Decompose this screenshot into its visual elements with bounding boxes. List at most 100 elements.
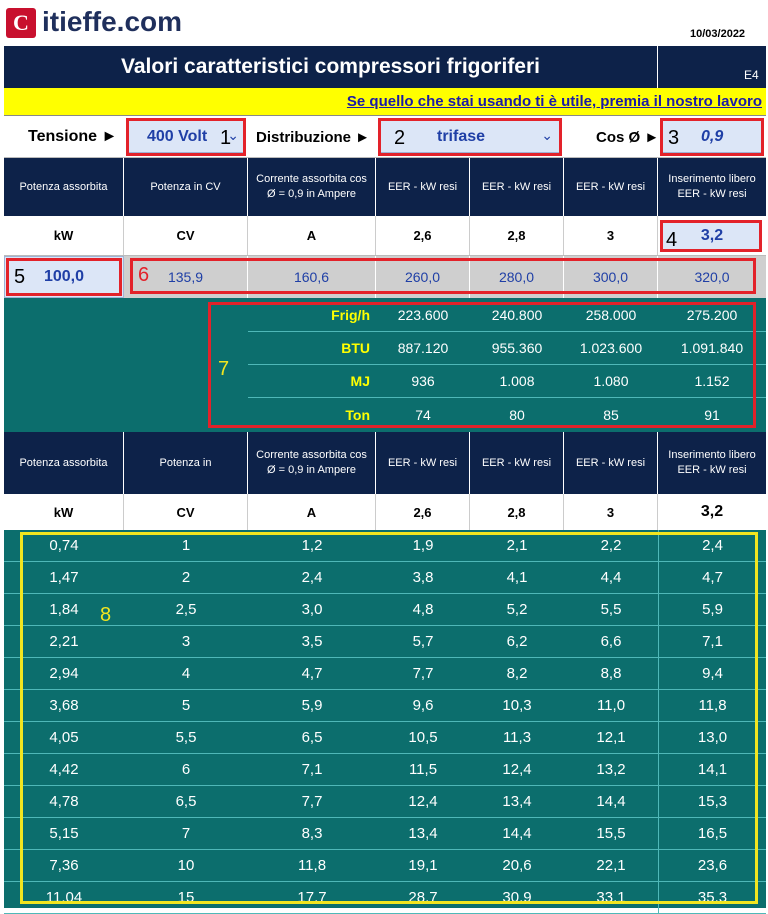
table-cell: 11,3: [502, 729, 532, 746]
table-cell: 4,78: [49, 793, 79, 810]
unit-cell: 2,6: [376, 216, 470, 255]
table-cell: 15: [177, 889, 195, 906]
table-cell: 3,68: [49, 697, 79, 714]
conversion-cell: 74: [415, 406, 431, 423]
table-row: 4,05 5,5 6,5 10,5 11,3 12,1 13,0: [4, 722, 766, 754]
header-row-2: Potenza assorbita Potenza in Corrente as…: [4, 432, 766, 494]
marker-6-label: 6: [138, 264, 150, 286]
unit-cell: A: [248, 216, 376, 255]
table-cell: 7,7: [301, 793, 323, 810]
table-cell: 3,8: [412, 569, 434, 586]
calc-cell: 280,0: [470, 256, 564, 298]
distribuzione-label: Distribuzione ►: [256, 129, 371, 146]
table-row: 2,21 3 3,5 5,7 6,2 6,6 7,1: [4, 626, 766, 658]
unit-cell: kW: [4, 494, 124, 530]
header-cell: Potenza assorbita: [4, 158, 124, 216]
table-row: 11,04 15 17,7 28,7 30,9 33,1 35,3: [4, 882, 766, 914]
header-cell: Corrente assorbita cos Ø = 0,9 in Ampere: [248, 432, 376, 494]
conversion-cell: 223.600: [376, 298, 470, 332]
tensione-value: 400 Volt: [147, 128, 208, 145]
conversion-cell: 1.023.600: [564, 332, 658, 365]
table-cell: 22,1: [596, 857, 626, 874]
table-cell: 17,7: [297, 889, 327, 906]
brand-logo[interactable]: C: [6, 8, 36, 38]
calc-cell: 320,0: [694, 269, 730, 285]
table-cell: 7,1: [301, 761, 323, 778]
marker-1-label: 1: [220, 127, 232, 149]
calc-row: 100,0 135,9 160,6 260,0 280,0 300,0 320,…: [4, 256, 766, 298]
table-cell: 5,5: [175, 729, 197, 746]
conversion-row: Frig/h 223.600 240.800 258.000 275.200: [4, 298, 766, 332]
conversion-cell: 240.800: [470, 298, 564, 332]
tensione-label: Tensione ►: [28, 128, 118, 145]
brand-name[interactable]: itieffe.com: [42, 6, 182, 38]
table-cell: 4,05: [49, 729, 79, 746]
banner-link[interactable]: Se quello che stai usando ti è utile, pr…: [347, 93, 762, 110]
table-cell: 7,1: [658, 626, 766, 657]
table-cell: 13,0: [658, 722, 766, 753]
table-cell: 6,5: [301, 729, 323, 746]
conversion-cell: 1.080: [564, 365, 658, 398]
calc-cell: 300,0: [564, 256, 658, 298]
table-cell: 5,15: [49, 825, 79, 842]
code-label: E4: [744, 68, 759, 82]
table-cell: 2,5: [175, 601, 197, 618]
conversion-cell: 85: [603, 406, 619, 423]
table-cell: 9,6: [412, 697, 434, 714]
table-cell: 13,4: [408, 825, 438, 842]
conversion-row: MJ 936 1.008 1.080 1.152: [4, 365, 766, 398]
table-row: 1,84 2,5 3,0 4,8 5,2 5,5 5,9: [4, 594, 766, 626]
table-cell: 6,2: [506, 633, 528, 650]
banner: Se quello che stai usando ti è utile, pr…: [4, 88, 766, 116]
power-value: 100,0: [43, 268, 85, 285]
unit-cell: 3,2: [700, 503, 724, 520]
distribuzione-value: trifase: [437, 128, 486, 145]
header-cell: Corrente assorbita cos Ø = 0,9 in Ampere: [248, 158, 376, 216]
unit-cell: 2,6: [376, 494, 470, 530]
table-cell: 4,42: [49, 761, 79, 778]
table-cell: 19,1: [408, 857, 438, 874]
table-cell: 23,6: [658, 850, 766, 881]
table-cell: 8,2: [506, 665, 528, 682]
table-cell: 6,5: [175, 793, 197, 810]
conversion-label: Frig/h: [248, 298, 376, 332]
table-cell: 7: [181, 825, 191, 842]
cos-label: Cos Ø ►: [596, 129, 660, 146]
table-row: 4,78 6,5 7,7 12,4 13,4 14,4 15,3: [4, 786, 766, 818]
table-cell: 2,4: [658, 530, 766, 561]
title-bar: Valori caratteristici compressori frigor…: [4, 46, 766, 88]
unit-cell: CV: [124, 216, 248, 255]
marker-4-label: 4: [666, 229, 678, 251]
table-cell: 11,04: [45, 889, 83, 906]
table-cell: 14,1: [658, 754, 766, 785]
unit-cell: 3: [564, 494, 658, 530]
conversion-label: Ton: [345, 406, 370, 423]
table-cell: 33,1: [596, 889, 626, 906]
table-cell: 2,4: [301, 569, 323, 586]
marker-3-label: 3: [668, 127, 680, 149]
table-cell: 30,9: [502, 889, 532, 906]
calc-cell: 160,6: [248, 256, 376, 298]
table-cell: 11,5: [408, 761, 438, 778]
distribuzione-select[interactable]: trifase ⌄: [380, 119, 560, 153]
table-cell: 4,7: [301, 665, 323, 682]
table-cell: 1,47: [49, 569, 79, 586]
table-cell: 4,8: [412, 601, 434, 618]
table-cell: 11,8: [297, 857, 327, 874]
table-cell: 2,1: [506, 537, 528, 554]
table-cell: 3,0: [301, 601, 323, 618]
unit-cell: 2,8: [470, 494, 564, 530]
table-cell: 10,3: [502, 697, 532, 714]
conversion-cell: 91: [704, 406, 720, 423]
table-cell: 1,2: [301, 537, 323, 554]
header-cell: Potenza in: [124, 432, 248, 494]
conversion-cell: 275.200: [658, 298, 766, 332]
table-cell: 11,8: [658, 690, 766, 721]
table-cell: 35,3: [658, 882, 766, 913]
table-cell: 10: [177, 857, 195, 874]
table-cell: 12,1: [596, 729, 626, 746]
conversion-label: BTU: [248, 332, 376, 365]
table-cell: 14,4: [502, 825, 532, 842]
table-cell: 14,4: [596, 793, 626, 810]
unit-cell: kW: [4, 216, 124, 255]
